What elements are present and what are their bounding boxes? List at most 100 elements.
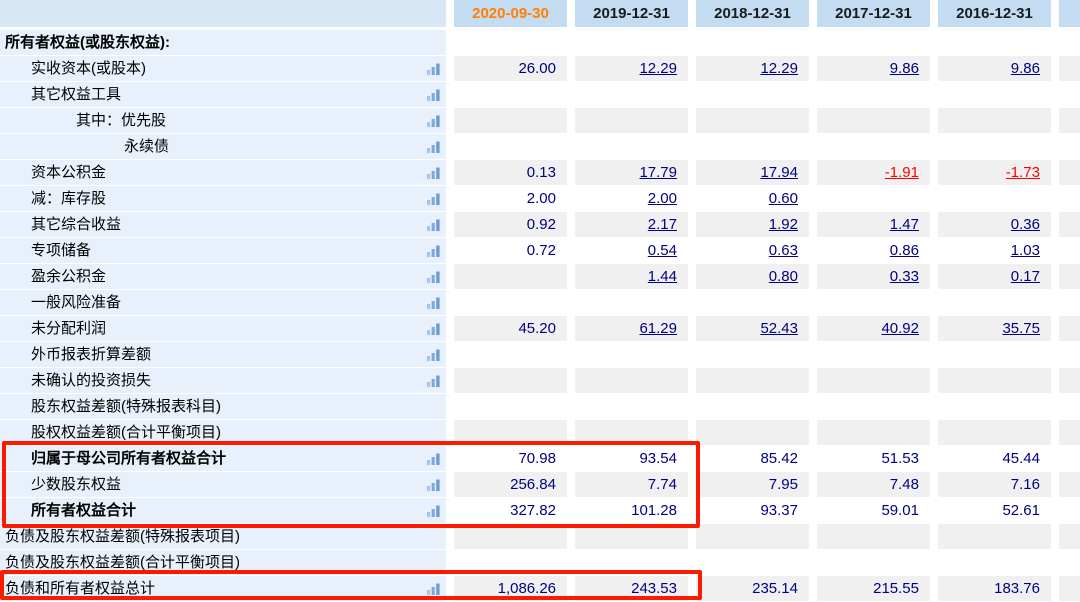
value-link[interactable]: 0.80 (769, 264, 798, 289)
value-cell: 93.54 (575, 446, 688, 472)
value-link[interactable]: 1.44 (648, 264, 677, 289)
value-cell[interactable]: 1.03 (938, 238, 1051, 264)
row-label: 归属于母公司所有者权益合计 (0, 446, 446, 472)
value-link[interactable]: 61.29 (639, 316, 677, 341)
value-cell[interactable]: 2.00 (575, 186, 688, 212)
value-link[interactable]: 2.17 (648, 212, 677, 237)
value-cell[interactable]: 1.92 (696, 212, 809, 238)
bar-chart-icon[interactable] (426, 504, 441, 518)
value-cell[interactable]: 17.94 (696, 160, 809, 186)
value-cell (454, 524, 567, 550)
row-label-text: 永续债 (124, 134, 169, 159)
value-link[interactable]: 1.03 (1011, 238, 1040, 263)
bar-chart-icon[interactable] (426, 582, 441, 596)
table-row: 所有者权益(或股东权益): (0, 30, 1080, 56)
bar-chart-icon[interactable] (426, 88, 441, 102)
row-label-text: 所有者权益(或股东权益): (5, 30, 170, 55)
value-link[interactable]: 0.36 (1011, 212, 1040, 237)
value-cell (938, 30, 1051, 56)
value-cell[interactable]: 0.86 (817, 238, 930, 264)
bar-chart-icon[interactable] (426, 322, 441, 336)
value-cell[interactable]: 0.33 (817, 264, 930, 290)
bar-chart-icon[interactable] (426, 244, 441, 258)
value-cell[interactable]: 0.54 (575, 238, 688, 264)
value-cell[interactable]: 9.86 (817, 56, 930, 82)
row-label-text: 盈余公积金 (31, 264, 106, 289)
bar-chart-icon[interactable] (426, 296, 441, 310)
value-link[interactable]: 35.75 (1002, 316, 1040, 341)
value-link[interactable]: 0.33 (890, 264, 919, 289)
bar-chart-icon[interactable] (426, 478, 441, 492)
value-cell: 7.74 (575, 472, 688, 498)
value-link[interactable]: 0.17 (1011, 264, 1040, 289)
value-cell: 0.72 (454, 238, 567, 264)
value-cell: 52.61 (938, 498, 1051, 524)
value-cell: 243.53 (575, 576, 688, 602)
value-cell[interactable]: 12.29 (575, 56, 688, 82)
bar-chart-icon[interactable] (426, 140, 441, 154)
value-cell[interactable]: -1.91 (817, 160, 930, 186)
bar-chart-icon[interactable] (426, 374, 441, 388)
value-text: 7.16 (1011, 472, 1040, 497)
value-link[interactable]: 1.47 (890, 212, 919, 237)
value-cell[interactable]: 1.44 (575, 264, 688, 290)
value-link[interactable]: 0.86 (890, 238, 919, 263)
value-link[interactable]: 0.60 (769, 186, 798, 211)
value-text: 235.14 (752, 576, 798, 601)
cutoff-cell (1059, 290, 1080, 316)
value-link[interactable]: -1.91 (885, 160, 919, 185)
value-link[interactable]: 9.86 (890, 56, 919, 81)
value-link[interactable]: 17.94 (760, 160, 798, 185)
value-link[interactable]: 2.00 (648, 186, 677, 211)
value-cell (817, 134, 930, 160)
value-cell[interactable]: 0.63 (696, 238, 809, 264)
bar-chart-icon[interactable] (426, 62, 441, 76)
value-cell[interactable]: 52.43 (696, 316, 809, 342)
bar-chart-icon[interactable] (426, 114, 441, 128)
value-cell (696, 368, 809, 394)
bar-chart-icon[interactable] (426, 452, 441, 466)
value-link[interactable]: 40.92 (881, 316, 919, 341)
bar-chart-icon[interactable] (426, 166, 441, 180)
value-link[interactable]: 17.79 (639, 160, 677, 185)
value-cell[interactable]: -1.73 (938, 160, 1051, 186)
table-row: 外币报表折算差额 (0, 342, 1080, 368)
value-cell[interactable]: 0.36 (938, 212, 1051, 238)
value-cell[interactable]: 1.47 (817, 212, 930, 238)
value-link[interactable]: 9.86 (1011, 56, 1040, 81)
value-cell (696, 342, 809, 368)
value-link[interactable]: 52.43 (760, 316, 798, 341)
cutoff-cell (1059, 498, 1080, 524)
value-cell[interactable]: 9.86 (938, 56, 1051, 82)
value-cell[interactable]: 40.92 (817, 316, 930, 342)
table-row: 其它综合收益0.922.171.921.470.36 (0, 212, 1080, 238)
value-cell (817, 368, 930, 394)
value-link[interactable]: 1.92 (769, 212, 798, 237)
value-link[interactable]: 12.29 (760, 56, 798, 81)
row-label: 资本公积金 (0, 160, 446, 186)
value-cell (938, 108, 1051, 134)
table-row: 专项储备0.720.540.630.861.03 (0, 238, 1080, 264)
bar-chart-icon[interactable] (426, 192, 441, 206)
value-cell (454, 264, 567, 290)
value-link[interactable]: 0.63 (769, 238, 798, 263)
balance-sheet-table: 2020-09-302019-12-312018-12-312017-12-31… (0, 0, 1080, 601)
value-cell[interactable]: 0.60 (696, 186, 809, 212)
value-link[interactable]: 12.29 (639, 56, 677, 81)
value-cell[interactable]: 17.79 (575, 160, 688, 186)
value-link[interactable]: 0.54 (648, 238, 677, 263)
value-cell (817, 82, 930, 108)
value-cell[interactable]: 61.29 (575, 316, 688, 342)
value-cell[interactable]: 2.17 (575, 212, 688, 238)
bar-chart-icon[interactable] (426, 348, 441, 362)
value-cell[interactable]: 35.75 (938, 316, 1051, 342)
bar-chart-icon[interactable] (426, 218, 441, 232)
value-cell[interactable]: 12.29 (696, 56, 809, 82)
table-body: 所有者权益(或股东权益):实收资本(或股本)26.0012.2912.299.8… (0, 30, 1080, 602)
value-cell[interactable]: 0.17 (938, 264, 1051, 290)
row-label-text: 资本公积金 (31, 160, 106, 185)
value-cell (575, 368, 688, 394)
value-cell[interactable]: 0.80 (696, 264, 809, 290)
bar-chart-icon[interactable] (426, 270, 441, 284)
value-link[interactable]: -1.73 (1006, 160, 1040, 185)
